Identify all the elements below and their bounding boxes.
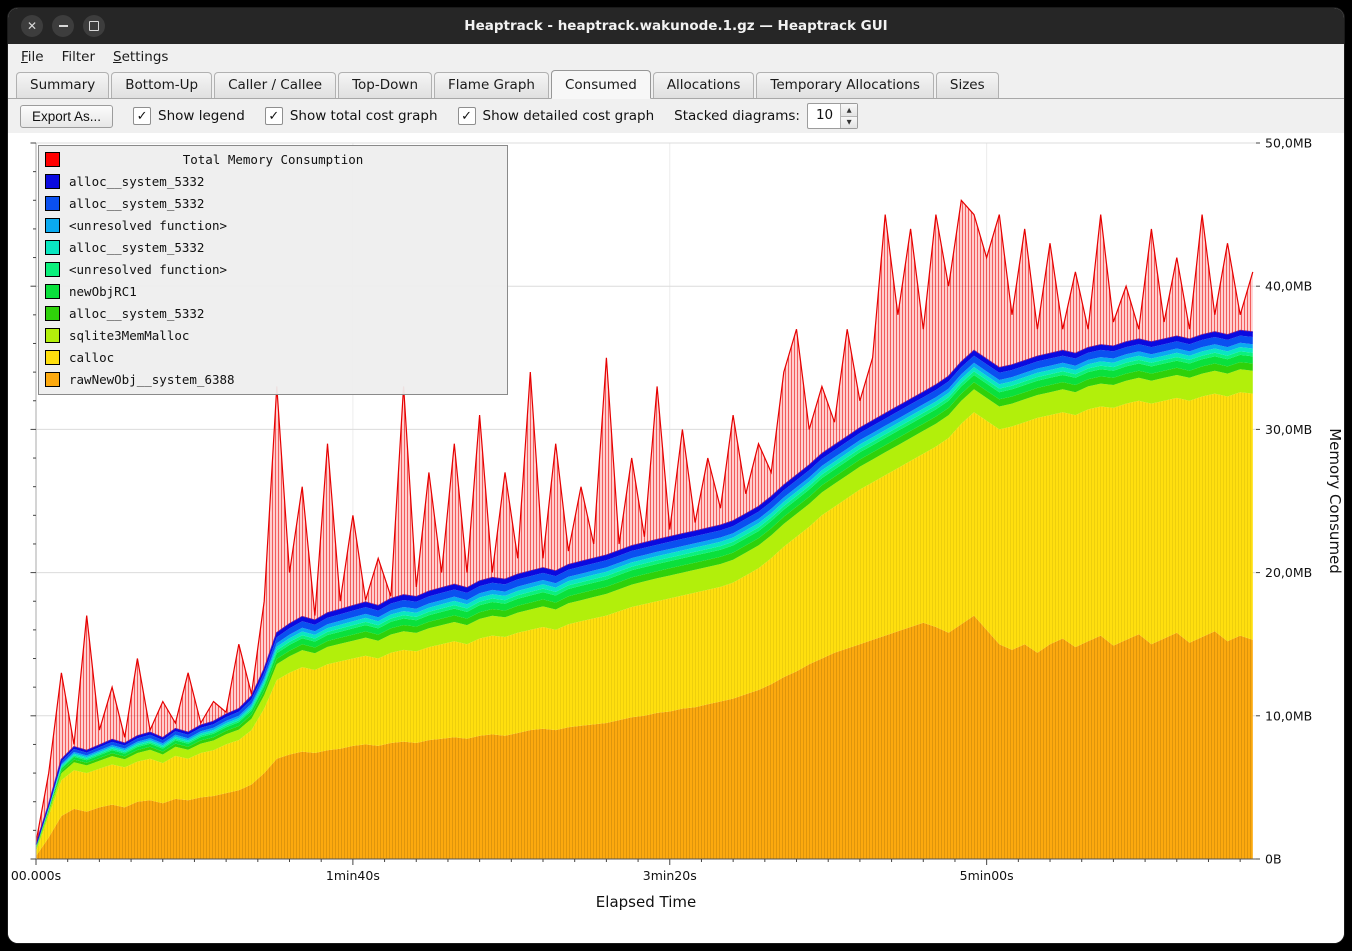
checkbox-show-total-cost-graph[interactable]: ✓ Show total cost graph — [265, 107, 438, 125]
checkbox-label: Show total cost graph — [290, 108, 438, 124]
minimize-icon — [59, 25, 68, 27]
legend-label: calloc — [69, 350, 114, 365]
legend-item-unresolved-function: <unresolved function> — [39, 258, 507, 280]
legend-swatch — [45, 174, 60, 189]
legend-item-alloc-system-5332: alloc__system_5332 — [39, 170, 507, 192]
legend-swatch — [45, 196, 60, 211]
menu-item-file[interactable]: File — [12, 45, 53, 69]
tab-summary[interactable]: Summary — [16, 72, 109, 98]
tab-sizes[interactable]: Sizes — [936, 72, 999, 98]
y-tick-label: 50,0MB — [1265, 136, 1312, 151]
legend-label: alloc__system_5332 — [69, 240, 204, 255]
spinbox-down-icon[interactable]: ▼ — [841, 116, 857, 129]
window-title: Heaptrack - heaptrack.wakunode.1.gz — He… — [8, 18, 1344, 34]
menubar: FileFilterSettings — [8, 44, 1344, 70]
tab-flame-graph[interactable]: Flame Graph — [434, 72, 549, 98]
minimize-button[interactable] — [52, 15, 74, 37]
legend-label: sqlite3MemMalloc — [69, 328, 189, 343]
chart-area: 00.000s 1min40s 3min20s 5min00s 0B 10,0MB 20,0… — [8, 133, 1344, 943]
titlebar: ✕ Heaptrack - heaptrack.wakunode.1.gz — … — [8, 8, 1344, 44]
legend-item-unresolved-function: <unresolved function> — [39, 214, 507, 236]
legend-item-alloc-system-5332: alloc__system_5332 — [39, 192, 507, 214]
checkbox-box[interactable]: ✓ — [458, 107, 476, 125]
spinbox-buttons: ▲ ▼ — [840, 104, 857, 128]
legend-swatch — [45, 262, 60, 277]
checkbox-group: ✓ Show legend ✓ Show total cost graph ✓ Show … — [133, 107, 654, 125]
stacked-diagrams-spinbox[interactable]: 10 ▲ ▼ — [807, 103, 858, 129]
legend-label: rawNewObj__system_6388 — [69, 372, 235, 387]
legend-label: <unresolved function> — [69, 262, 227, 277]
tab-bottom-up[interactable]: Bottom-Up — [111, 72, 212, 98]
spinbox-up-icon[interactable]: ▲ — [841, 104, 857, 116]
tabbar: SummaryBottom-UpCaller / CalleeTop-DownF… — [8, 70, 1344, 99]
window-controls: ✕ — [21, 15, 105, 37]
checkbox-box[interactable]: ✓ — [265, 107, 283, 125]
legend-swatch — [45, 284, 60, 299]
legend-label: alloc__system_5332 — [69, 306, 204, 321]
legend-item-alloc-system-5332: alloc__system_5332 — [39, 302, 507, 324]
legend-label: alloc__system_5332 — [69, 196, 204, 211]
maximize-icon — [89, 21, 99, 31]
x-tick-label: 1min40s — [326, 868, 380, 883]
legend-label: Total Memory Consumption — [39, 152, 507, 167]
spinbox-value[interactable]: 10 — [808, 104, 840, 128]
checkbox-label: Show detailed cost graph — [483, 108, 655, 124]
checkbox-box[interactable]: ✓ — [133, 107, 151, 125]
y-tick-label: 10,0MB — [1265, 708, 1312, 723]
legend-label: <unresolved function> — [69, 218, 227, 233]
chart-legend: Total Memory Consumption alloc__system_53… — [38, 145, 508, 395]
legend-swatch — [45, 328, 60, 343]
export-as-button[interactable]: Export As... — [20, 105, 113, 128]
legend-label: alloc__system_5332 — [69, 174, 204, 189]
stacked-diagrams-group: Stacked diagrams: 10 ▲ ▼ — [674, 103, 858, 129]
tab-temporary-allocations[interactable]: Temporary Allocations — [756, 72, 933, 98]
y-tick-label: 40,0MB — [1265, 279, 1312, 294]
screen: ✕ Heaptrack - heaptrack.wakunode.1.gz — … — [0, 0, 1352, 951]
legend-swatch — [45, 306, 60, 321]
y-tick-label: 0B — [1265, 852, 1282, 867]
menu-item-filter[interactable]: Filter — [53, 45, 104, 69]
x-tick-label: 5min00s — [960, 868, 1014, 883]
tab-consumed[interactable]: Consumed — [551, 70, 651, 99]
x-axis-title: Elapsed Time — [596, 893, 696, 911]
close-button[interactable]: ✕ — [21, 15, 43, 37]
legend-swatch — [45, 372, 60, 387]
legend-swatch — [45, 350, 60, 365]
checkbox-show-detailed-cost-graph[interactable]: ✓ Show detailed cost graph — [458, 107, 655, 125]
tab-caller-callee[interactable]: Caller / Callee — [214, 72, 336, 98]
heaptrack-window: ✕ Heaptrack - heaptrack.wakunode.1.gz — … — [8, 8, 1344, 943]
legend-item-calloc: calloc — [39, 346, 507, 368]
legend-item-alloc-system-5332: alloc__system_5332 — [39, 236, 507, 258]
legend-swatch — [45, 240, 60, 255]
stacked-diagrams-label: Stacked diagrams: — [674, 108, 800, 124]
x-tick-label: 00.000s — [11, 868, 61, 883]
tab-allocations[interactable]: Allocations — [653, 72, 755, 98]
legend-item-sqlite3memmalloc: sqlite3MemMalloc — [39, 324, 507, 346]
checkbox-label: Show legend — [158, 108, 245, 124]
legend-item-rawnewobj-system-6388: rawNewObj__system_6388 — [39, 368, 507, 390]
legend-title-row: Total Memory Consumption — [39, 148, 507, 170]
legend-item-newobjrc1: newObjRC1 — [39, 280, 507, 302]
menu-item-settings[interactable]: Settings — [104, 45, 177, 69]
maximize-button[interactable] — [83, 15, 105, 37]
x-tick-label: 3min20s — [643, 868, 697, 883]
legend-label: newObjRC1 — [69, 284, 137, 299]
toolbar: Export As... ✓ Show legend ✓ Show total cos… — [8, 99, 1344, 133]
tab-top-down[interactable]: Top-Down — [338, 72, 432, 98]
legend-swatch — [45, 218, 60, 233]
checkbox-show-legend[interactable]: ✓ Show legend — [133, 107, 245, 125]
y-tick-label: 30,0MB — [1265, 422, 1312, 437]
y-axis-title: Memory Consumed — [1326, 428, 1344, 574]
y-tick-label: 20,0MB — [1265, 565, 1312, 580]
